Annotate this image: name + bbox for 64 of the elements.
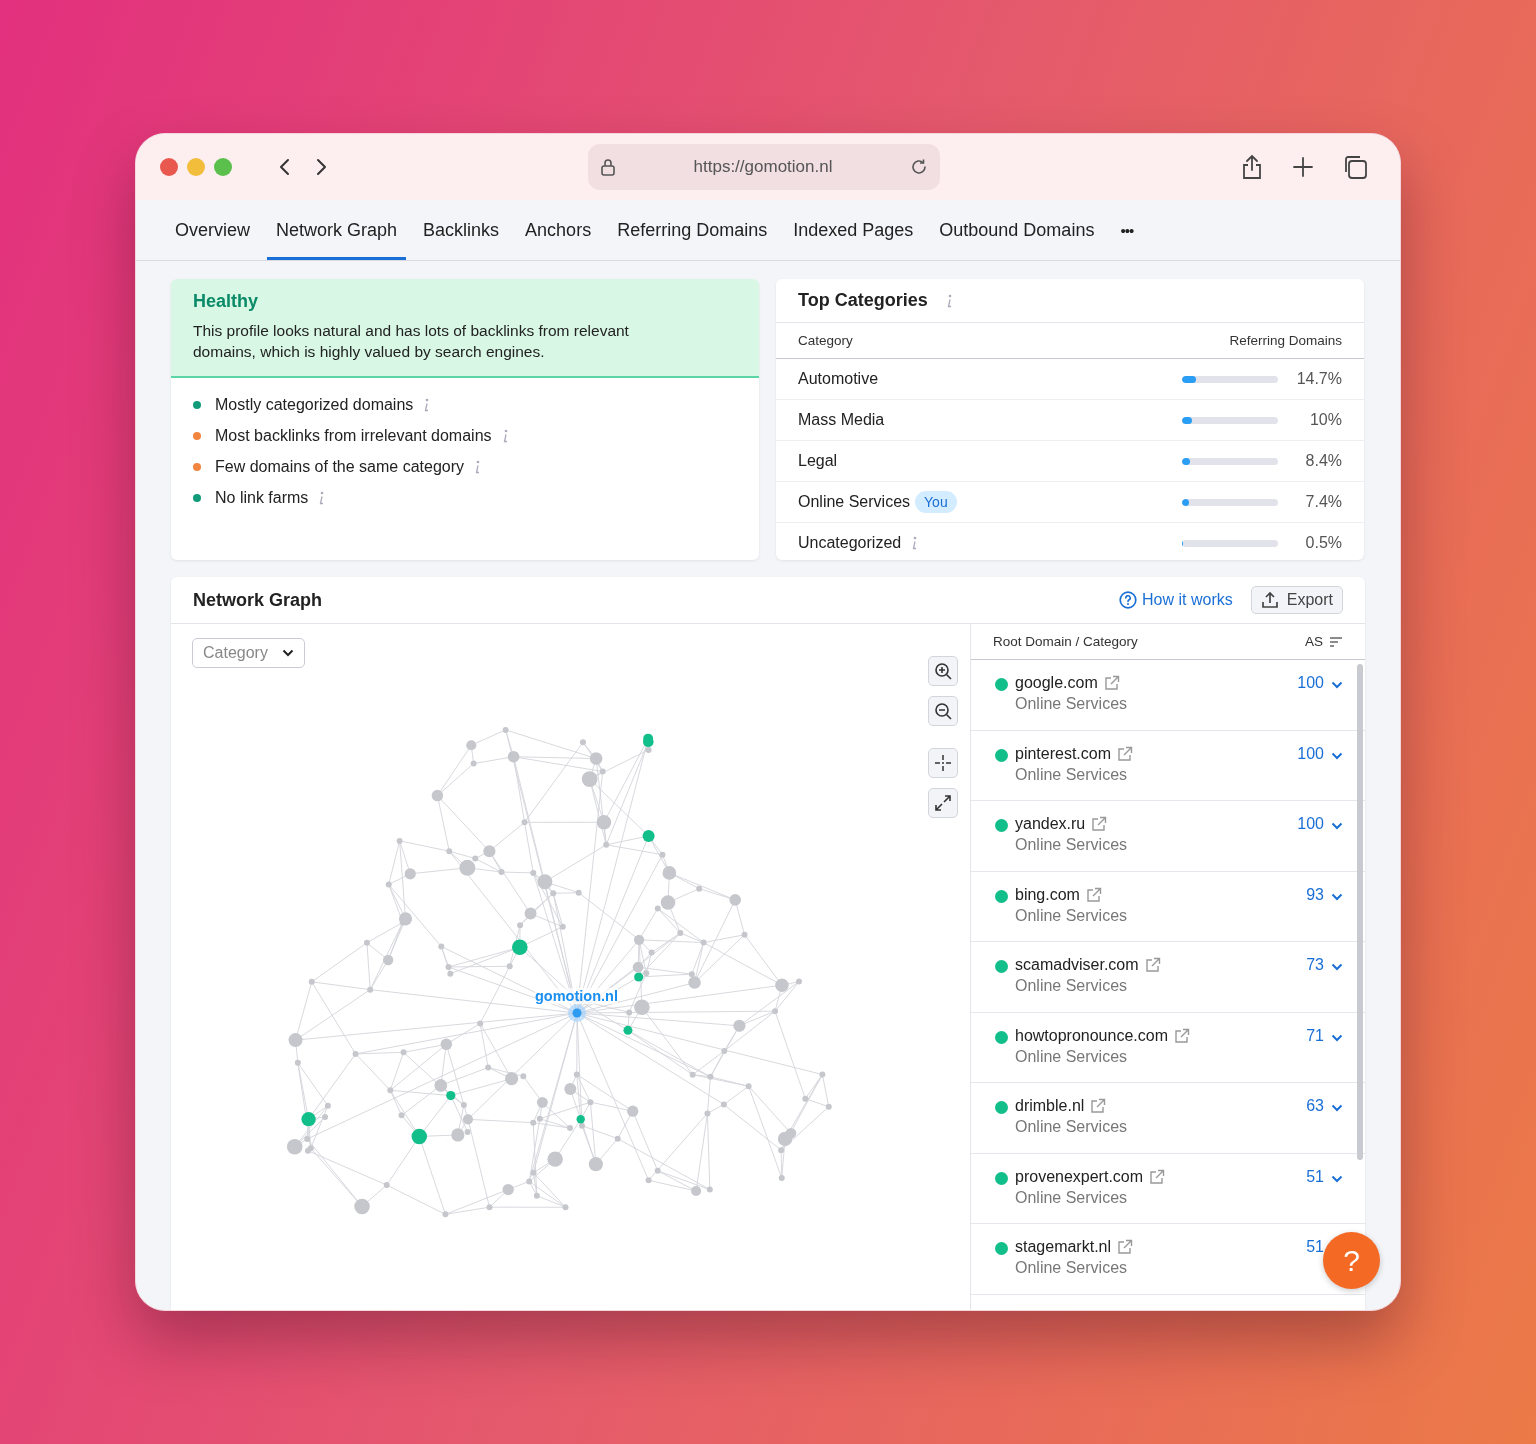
factor-label: Few domains of the same category — [215, 458, 464, 476]
authority-score[interactable]: 51 — [1306, 1238, 1324, 1256]
domain-category: Online Services — [1015, 906, 1128, 925]
authority-score[interactable]: 100 — [1297, 815, 1324, 833]
category-dropdown[interactable]: Category — [192, 638, 305, 668]
domain-name: pinterest.com — [1015, 744, 1112, 763]
tab[interactable]: Overview — [166, 200, 259, 260]
address-bar[interactable]: https://gomotion.nl — [588, 144, 940, 190]
tab[interactable]: Anchors — [516, 200, 601, 260]
share-value: 0.5% — [1304, 534, 1342, 552]
authority-score[interactable]: 93 — [1306, 885, 1324, 904]
share-value: 14.7% — [1295, 370, 1342, 388]
category-name: Legal — [798, 452, 838, 470]
you-badge: You — [915, 491, 957, 513]
tab[interactable]: Indexed Pages — [784, 200, 923, 260]
column-header[interactable]: AS — [1305, 634, 1323, 649]
domain-name: google.com — [1015, 674, 1098, 692]
authority-score[interactable]: 51 — [1306, 1167, 1324, 1186]
authority-score[interactable]: 100 — [1297, 674, 1324, 692]
tab[interactable]: Backlinks — [414, 200, 509, 260]
domain-category: Online Services — [1015, 765, 1129, 784]
domain-name: drimble.nl — [1015, 1097, 1085, 1115]
domain-category: Online Services — [1015, 1259, 1129, 1277]
health-status-title: Healthy — [193, 291, 260, 312]
domain-name: provenexpert.com — [1015, 1167, 1144, 1186]
category-name: Uncategorized — [798, 534, 902, 552]
column-header: Referring Domains — [1229, 333, 1342, 348]
domain-name: stagemarkt.nl — [1015, 1238, 1112, 1256]
column-header: Category — [798, 333, 853, 348]
domain-name: howtopronounce.com — [1015, 1026, 1168, 1045]
health-description: This profile looks natural and has lots of backlinks from relevant domains, which is highly valued by search engines. — [193, 321, 630, 362]
export-button[interactable]: Export — [1250, 586, 1343, 614]
tab[interactable]: Network Graph — [267, 200, 407, 260]
node-label: gomotion.nl — [535, 988, 618, 1004]
authority-score[interactable]: 63 — [1306, 1097, 1324, 1115]
factor-label: No link farms — [215, 489, 309, 507]
domain-category: Online Services — [1015, 695, 1128, 713]
category-name: Automotive — [798, 370, 879, 388]
domain-category: Online Services — [1015, 836, 1128, 854]
domain-name: yandex.ru — [1015, 815, 1086, 833]
domain-category: Online Services — [1015, 1188, 1129, 1207]
share-value: 8.4% — [1304, 452, 1342, 470]
more-tabs-button[interactable]: ••• — [1111, 200, 1143, 260]
tab[interactable]: Referring Domains — [608, 200, 777, 260]
authority-score[interactable]: 71 — [1306, 1026, 1324, 1045]
card-title: Network Graph — [193, 589, 323, 611]
factor-label: Mostly categorized domains — [215, 396, 414, 414]
share-value: 10% — [1308, 411, 1342, 429]
domain-category: Online Services — [1015, 1047, 1129, 1066]
category-name: Mass Media — [798, 411, 885, 429]
authority-score[interactable]: 73 — [1306, 956, 1324, 974]
authority-score[interactable]: 100 — [1297, 744, 1324, 763]
url-text: https://gomotion.nl — [692, 157, 834, 177]
domain-category: Online Services — [1015, 977, 1129, 995]
domain-name: scamadviser.com — [1015, 956, 1139, 974]
how-it-works-link[interactable]: How it works — [1119, 591, 1233, 609]
share-value: 7.4% — [1304, 493, 1342, 511]
domain-name: bing.com — [1015, 885, 1080, 904]
factor-label: Most backlinks from irrelevant domains — [215, 427, 492, 445]
category-name: Online Services — [798, 493, 911, 511]
card-title: Top Categories — [798, 290, 928, 311]
tab[interactable]: Outbound Domains — [930, 200, 1104, 260]
column-header: Root Domain / Category — [993, 634, 1138, 649]
domain-category: Online Services — [1015, 1118, 1128, 1136]
